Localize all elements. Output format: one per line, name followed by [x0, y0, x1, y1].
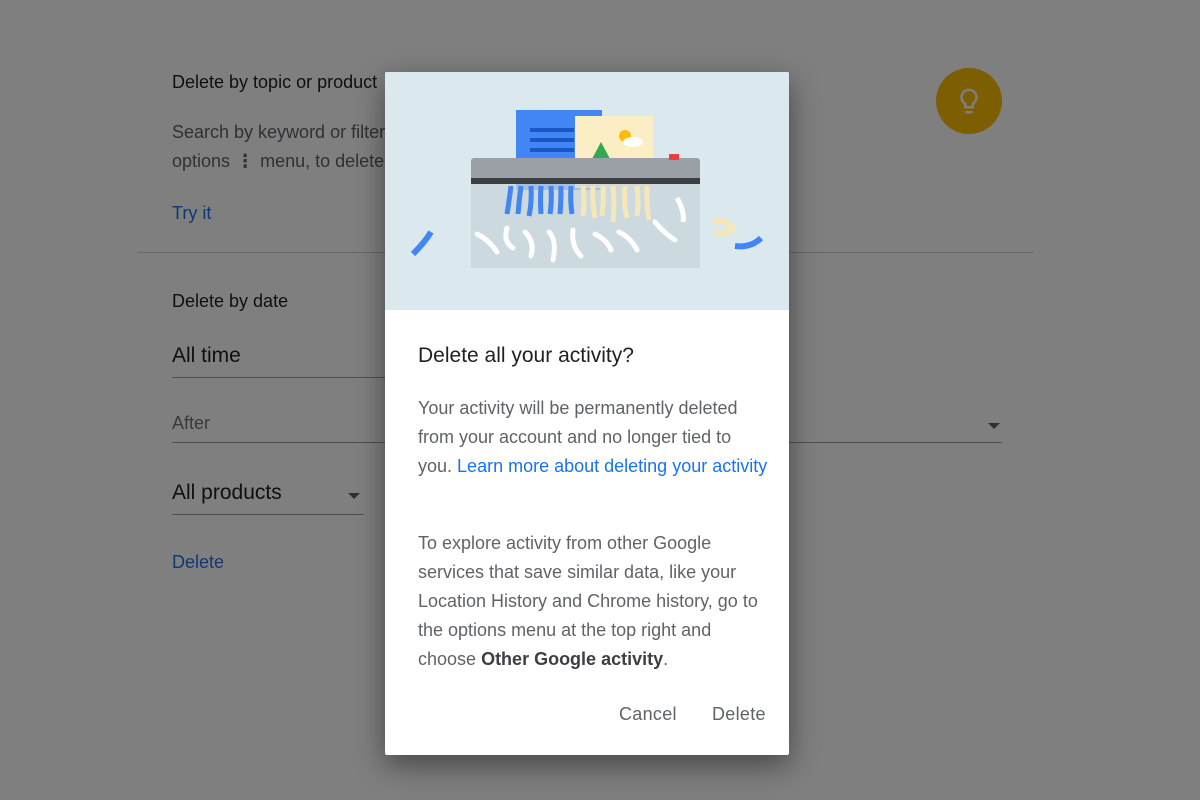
document-shredder-illustration — [385, 72, 789, 310]
cancel-button[interactable]: Cancel — [619, 704, 677, 725]
delete-activity-dialog: Delete all your activity? Your activity … — [385, 72, 789, 755]
other-google-activity-text: Other Google activity — [481, 649, 664, 669]
explore-text-period: . — [663, 649, 669, 669]
dialog-title: Delete all your activity? — [418, 344, 634, 367]
dialog-explore-text: To explore activity from other Google se… — [418, 529, 768, 674]
confirm-delete-button[interactable]: Delete — [712, 704, 766, 725]
learn-more-link[interactable]: Learn more about deleting your activity — [457, 456, 767, 476]
dialog-description: Your activity will be permanently delete… — [418, 394, 768, 481]
